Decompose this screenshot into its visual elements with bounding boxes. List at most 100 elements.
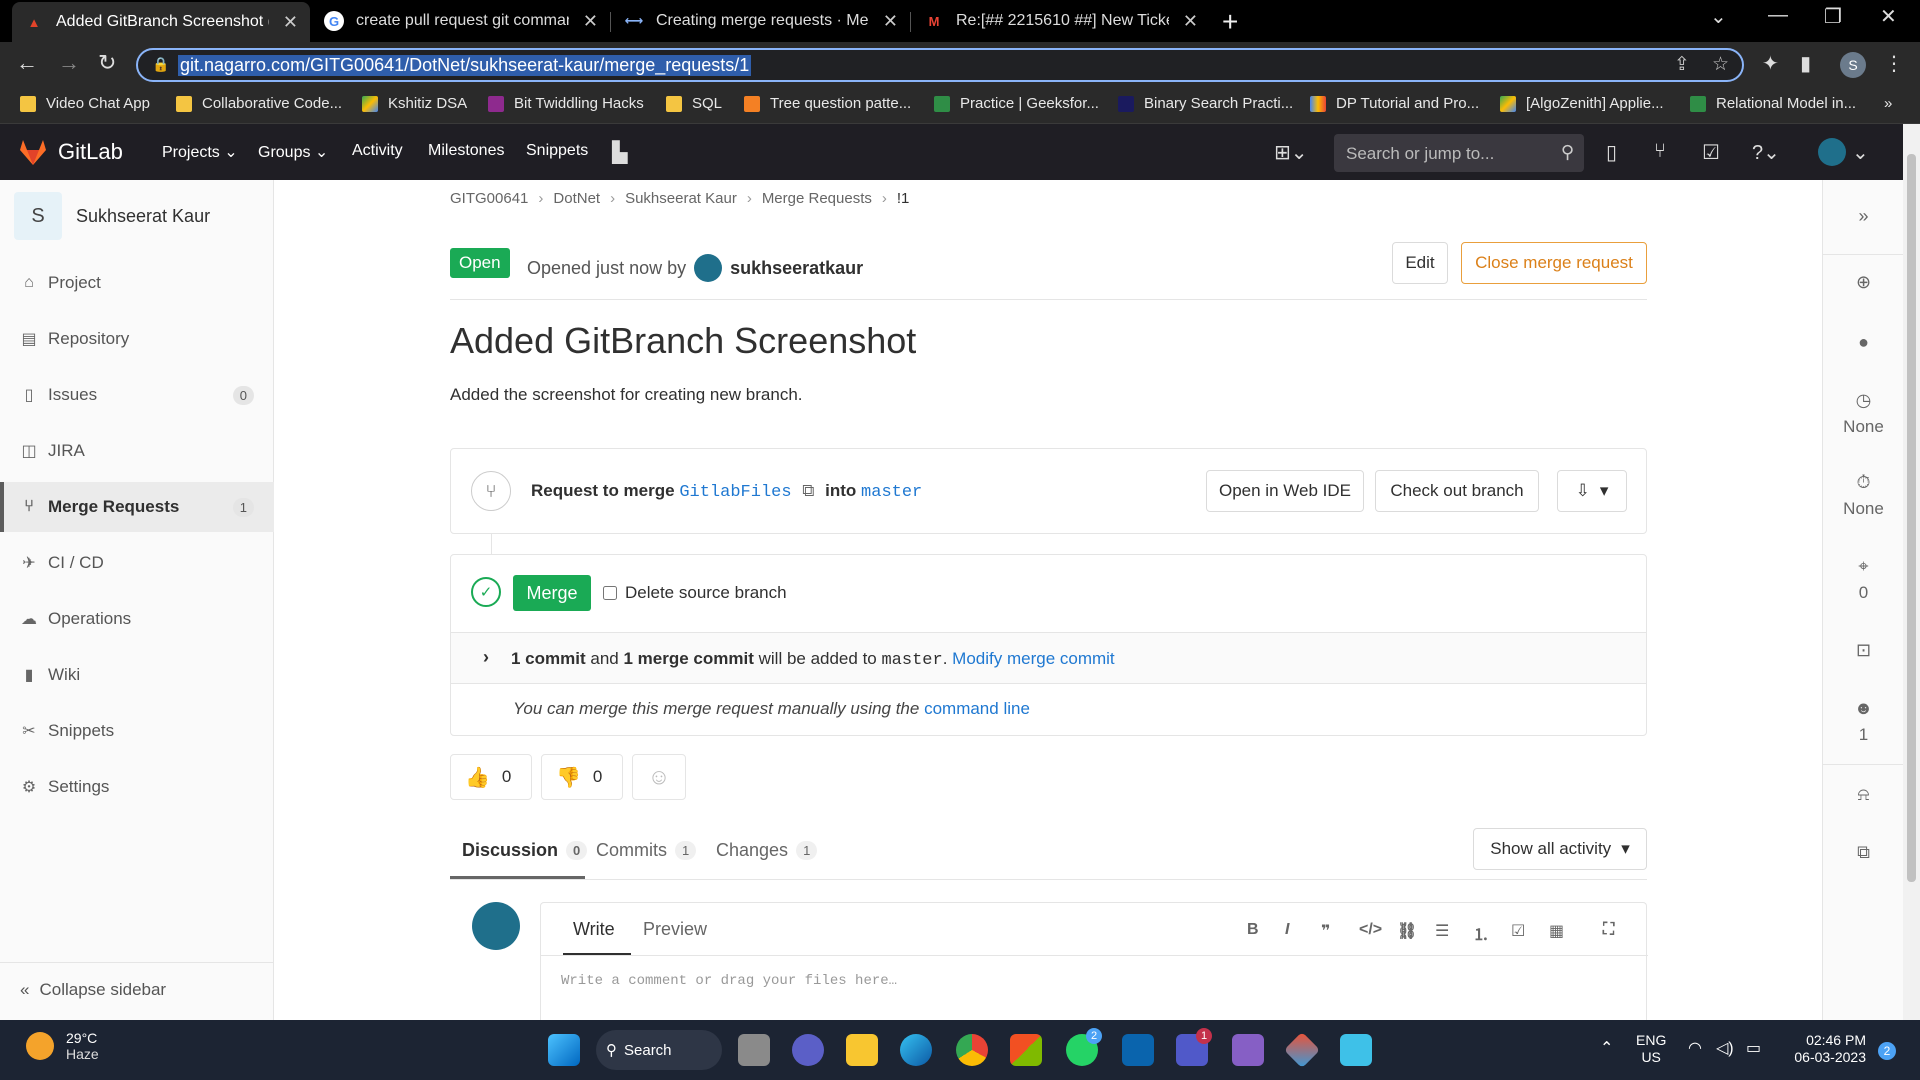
lock-icon[interactable]: 🔒: [152, 56, 169, 73]
nav-milestones[interactable]: Milestones: [428, 142, 504, 160]
breadcrumb-current[interactable]: !1: [897, 190, 910, 207]
user-avatar[interactable]: [1818, 138, 1846, 166]
new-dropdown-icon[interactable]: ⊞⌄: [1274, 140, 1308, 165]
delete-source-branch-option[interactable]: Delete source branch: [603, 583, 787, 603]
chrome-browser-icon[interactable]: [956, 1034, 988, 1066]
italic-icon[interactable]: I: [1285, 921, 1289, 939]
extensions-puzzle-icon[interactable]: ✦: [1762, 51, 1779, 76]
share-icon[interactable]: ⇪: [1674, 53, 1690, 76]
sidebar-item-jira[interactable]: ◫ JIRA: [0, 426, 274, 476]
sidebar-item-wiki[interactable]: ▮ Wiki: [0, 650, 274, 700]
bookmarks-overflow-button[interactable]: »: [1884, 95, 1892, 112]
collapse-sidebar-button[interactable]: « Collapse sidebar: [20, 980, 166, 1000]
notification-badge[interactable]: 2: [1878, 1042, 1896, 1060]
close-window-icon[interactable]: ✕: [1880, 4, 1897, 29]
bookmark-item[interactable]: SQL: [666, 95, 722, 112]
bookmark-item[interactable]: Collaborative Code...: [176, 95, 342, 112]
bookmark-star-icon[interactable]: ☆: [1712, 53, 1729, 76]
edit-button[interactable]: Edit: [1392, 242, 1448, 284]
start-windows-icon[interactable]: [548, 1034, 580, 1066]
project-header[interactable]: S Sukhseerat Kaur: [14, 192, 210, 240]
bookmark-item[interactable]: Tree question patte...: [744, 95, 911, 112]
add-reaction-button[interactable]: ☺: [632, 754, 686, 800]
tab-discussion[interactable]: Discussion 0: [462, 840, 588, 861]
open-web-ide-button[interactable]: Open in Web IDE: [1206, 470, 1364, 512]
chart-icon[interactable]: ▙: [612, 140, 627, 165]
bookmark-item[interactable]: Relational Model in...: [1690, 95, 1856, 112]
breadcrumb-link[interactable]: GITG00641: [450, 190, 528, 207]
bookmark-item[interactable]: Bit Twiddling Hacks: [488, 95, 644, 112]
back-arrow-icon[interactable]: ←: [16, 50, 38, 76]
bookmark-item[interactable]: DP Tutorial and Pro...: [1310, 95, 1479, 112]
labels-block[interactable]: ⌖ 0: [1823, 556, 1904, 603]
task-list-icon[interactable]: ☑: [1511, 921, 1525, 941]
bookmark-item[interactable]: Binary Search Practi...: [1118, 95, 1293, 112]
browser-tab-google[interactable]: G create pull request git command ✕: [312, 5, 610, 37]
target-branch-link[interactable]: master: [861, 483, 922, 502]
sidebar-item-snippets[interactable]: ✂ Snippets: [0, 706, 274, 756]
author-avatar[interactable]: [694, 254, 723, 282]
chevron-right-icon[interactable]: ›: [483, 647, 489, 668]
clock[interactable]: 02:46 PM 06-03-2023: [1782, 1032, 1866, 1066]
breadcrumb-link[interactable]: Sukhseerat Kaur: [625, 190, 737, 207]
address-bar[interactable]: 🔒 git.nagarro.com/GITG00641/DotNet/sukhs…: [136, 48, 1744, 82]
nav-projects[interactable]: Projects ⌄: [162, 142, 238, 162]
nav-snippets[interactable]: Snippets: [526, 142, 588, 160]
reload-icon[interactable]: ↻: [98, 50, 116, 76]
sidebar-item-issues[interactable]: ▯ Issues 0: [0, 370, 274, 420]
bookmark-item[interactable]: Kshitiz DSA: [362, 95, 467, 112]
sidebar-item-merge-requests[interactable]: ⑂ Merge Requests 1: [0, 482, 274, 532]
close-tab-icon[interactable]: ✕: [883, 11, 898, 32]
profile-avatar[interactable]: S: [1840, 52, 1866, 78]
microsoft-store-icon[interactable]: [1010, 1034, 1042, 1066]
meet-chat-icon[interactable]: [792, 1034, 824, 1066]
browser-menu-icon[interactable]: ⋮: [1884, 51, 1904, 76]
numbered-list-icon[interactable]: ⒈: [1473, 921, 1489, 945]
battery-icon[interactable]: ▭: [1746, 1040, 1761, 1057]
tab-preview[interactable]: Preview: [643, 919, 707, 940]
wifi-icon[interactable]: ◠: [1688, 1040, 1702, 1057]
minimize-icon[interactable]: —: [1768, 4, 1788, 27]
fullscreen-icon[interactable]: ⛶: [1603, 921, 1614, 939]
sidebar-item-ci-cd[interactable]: ✈ CI / CD: [0, 538, 274, 588]
taskbar-search-button[interactable]: ⚲ Search: [596, 1030, 722, 1070]
participants-block[interactable]: ☻ 1: [1823, 698, 1904, 745]
close-tab-icon[interactable]: ✕: [1183, 11, 1198, 32]
modify-merge-commit-link[interactable]: Modify merge commit: [952, 649, 1114, 668]
bookmark-item[interactable]: Practice | Geeksfor...: [934, 95, 1099, 112]
browser-tab-gmail[interactable]: M Re:[## 2215610 ##] New Ticket f ✕: [912, 5, 1210, 37]
browser-tab-gitlab[interactable]: ▲ Added GitBranch Screenshot (!1) ✕: [12, 2, 310, 42]
todo-add-icon[interactable]: ⊕: [1823, 272, 1904, 293]
source-branch-link[interactable]: GitlabFiles: [679, 483, 791, 502]
code-icon[interactable]: </>: [1359, 921, 1382, 939]
sidebar-item-repository[interactable]: ▤ Repository: [0, 314, 274, 364]
thumbs-down-award[interactable]: 👎 0: [541, 754, 623, 800]
close-merge-request-button[interactable]: Close merge request: [1461, 242, 1647, 284]
sidebar-item-operations[interactable]: ☁ Operations: [0, 594, 274, 644]
todos-icon[interactable]: ☑: [1702, 140, 1720, 165]
tab-changes[interactable]: Changes 1: [716, 840, 818, 861]
weather-widget[interactable]: 29°C Haze: [26, 1030, 99, 1062]
table-icon[interactable]: ▦: [1549, 921, 1564, 941]
sidebar-item-settings[interactable]: ⚙ Settings: [0, 762, 274, 812]
expand-sidebar-icon[interactable]: »: [1823, 206, 1904, 227]
merge-button[interactable]: Merge: [513, 575, 591, 611]
copy-branch-icon[interactable]: ⧉: [802, 481, 814, 500]
search-box[interactable]: Search or jump to... ⚲: [1334, 134, 1584, 172]
notifications-bell-icon[interactable]: ⍾: [1823, 784, 1904, 805]
edge-browser-icon[interactable]: [900, 1034, 932, 1066]
download-dropdown-button[interactable]: ⇩ ▾: [1557, 470, 1627, 512]
side-panel-icon[interactable]: ▮: [1800, 51, 1811, 76]
check-out-branch-button[interactable]: Check out branch: [1375, 470, 1539, 512]
breadcrumb-link[interactable]: Merge Requests: [762, 190, 872, 207]
tab-commits[interactable]: Commits 1: [596, 840, 697, 861]
nav-groups[interactable]: Groups ⌄: [258, 142, 328, 162]
forward-arrow-icon[interactable]: →: [58, 50, 80, 76]
sidebar-item-project[interactable]: ⌂ Project: [0, 258, 274, 308]
bookmark-item[interactable]: [AlgoZenith] Applie...: [1500, 95, 1664, 112]
git-icon[interactable]: [1283, 1031, 1321, 1069]
bullet-list-icon[interactable]: ☰: [1435, 921, 1449, 941]
notepad-icon[interactable]: [1340, 1034, 1372, 1066]
chevron-up-icon[interactable]: ⌃: [1600, 1040, 1613, 1057]
new-tab-button[interactable]: +: [1222, 6, 1238, 38]
